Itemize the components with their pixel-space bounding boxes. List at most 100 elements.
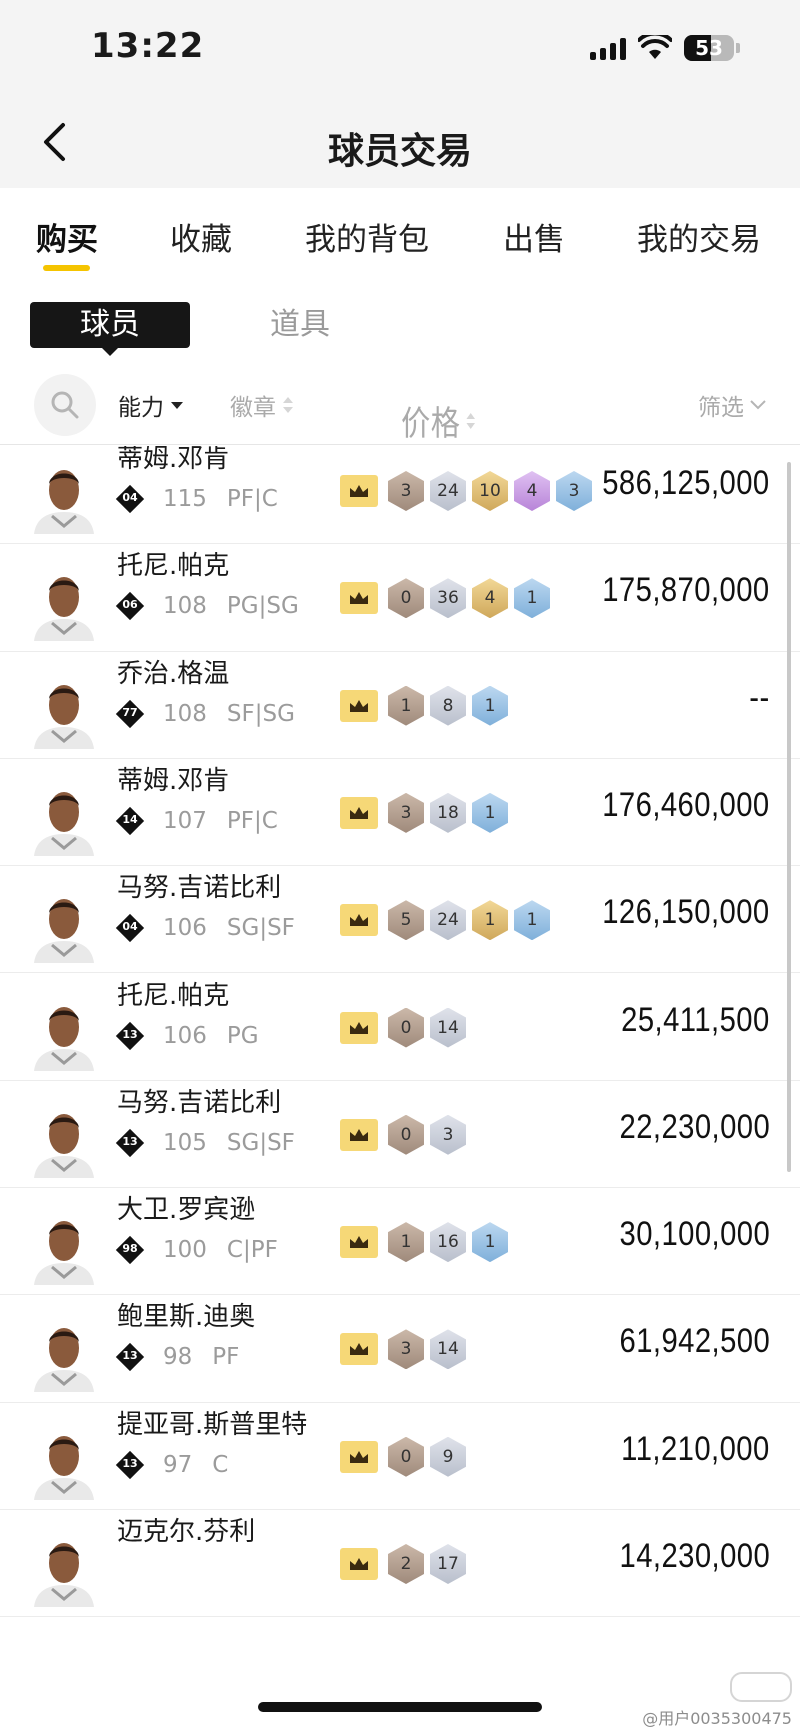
segment-players[interactable]: 球员 — [30, 302, 190, 348]
jersey-number: 13 — [122, 1027, 138, 1041]
jersey-number-icon: 13 — [117, 1023, 143, 1049]
blue-badge-count: 1 — [514, 578, 550, 619]
status-time: 13:22 — [91, 26, 205, 66]
badge-group: 3 14 — [340, 1328, 466, 1370]
segment-items[interactable]: 道具 — [270, 302, 330, 348]
page-title: 球员交易 — [327, 131, 472, 172]
player-list: 蒂姆.邓肯 04 115 PF|C 3 24 10 4 3 586,125,000 托尼.帕克 06 1… — [0, 446, 800, 1662]
player-row[interactable]: 乔治.格温 77 108 SF|SG 1 8 1 -- — [0, 651, 800, 759]
gold-badge-count: 3 — [430, 1114, 466, 1155]
player-row[interactable]: 蒂姆.邓肯 14 107 PF|C 3 18 1 176,460,000 — [0, 758, 800, 867]
player-overall: 105 — [163, 1129, 207, 1156]
player-name: 迈克尔.芬利 — [117, 1517, 256, 1547]
tab-favorites[interactable]: 收藏 — [170, 214, 232, 259]
player-row[interactable]: 提亚哥.斯普里特 13 97 C 0 9 11,210,000 — [0, 1402, 800, 1510]
badge-group: 0 14 — [340, 1007, 466, 1049]
player-overall: 107 — [163, 807, 207, 834]
crown-icon — [340, 1440, 378, 1473]
hof-badge-count: 0 — [388, 578, 424, 619]
player-position: C|PF — [226, 1237, 278, 1264]
jersey-number: 06 — [122, 598, 138, 612]
player-name: 马努.吉诺比利 — [117, 873, 282, 904]
hof-badge-count: 0 — [388, 1114, 424, 1155]
player-price: 25,411,500 — [621, 1000, 770, 1039]
tab-my-trades[interactable]: 我的交易 — [637, 214, 761, 259]
gold-badge-count: 17 — [430, 1544, 466, 1584]
jersey-number-icon: 14 — [117, 808, 143, 834]
player-overall: 108 — [163, 700, 207, 727]
hof-badge-count: 1 — [388, 685, 424, 726]
filter-button[interactable]: 筛选 — [698, 388, 766, 422]
badge-group: 3 24 10 4 3 — [340, 470, 592, 512]
player-avatar — [30, 671, 98, 749]
purple-badge-count: 4 — [514, 471, 550, 511]
player-row[interactable]: 大卫.罗宾逊 98 100 C|PF 1 16 1 30,100,000 — [0, 1187, 800, 1296]
sort-bar: 能力 徽章 价格 筛选 — [0, 368, 800, 445]
player-row[interactable]: 托尼.帕克 13 106 PG 0 14 25,411,500 — [0, 973, 800, 1081]
sort-toggle-icon — [466, 412, 476, 429]
gold-badge-count: 14 — [430, 1329, 466, 1370]
top-bar: 13:22 53 球员交易 — [0, 0, 800, 188]
player-name: 蒂姆.邓肯 — [117, 446, 230, 474]
player-meta: 04 106 SG|SF — [117, 915, 295, 941]
player-row[interactable]: 马努.吉诺比利 13 105 SG|SF 0 3 22,230,000 — [0, 1080, 800, 1189]
sort-ability[interactable]: 能力 — [118, 388, 184, 422]
gold-badge-count: 14 — [430, 1007, 466, 1048]
player-name: 大卫.罗宾逊 — [117, 1195, 256, 1226]
player-row[interactable]: 鲍里斯.迪奥 13 98 PF 3 14 61,942,500 — [0, 1294, 800, 1403]
tab-buy[interactable]: 购买 — [36, 214, 98, 259]
chevron-down-icon — [750, 400, 766, 410]
hof-badge-count: 0 — [388, 1007, 424, 1048]
home-indicator[interactable] — [258, 1702, 542, 1712]
player-avatar — [30, 1529, 98, 1607]
player-row[interactable]: 蒂姆.邓肯 04 115 PF|C 3 24 10 4 3 586,125,000 — [0, 446, 800, 545]
battery-tip — [736, 43, 740, 53]
jersey-number: 77 — [122, 705, 138, 719]
blue-badge-count: 1 — [472, 1222, 508, 1263]
player-price: 14,230,000 — [619, 1537, 770, 1575]
player-avatar — [30, 778, 98, 856]
player-position: SG|SF — [226, 915, 295, 942]
player-name: 乔治.格温 — [117, 658, 230, 689]
crown-icon — [340, 1226, 378, 1259]
sort-toggle-icon — [283, 397, 293, 413]
battery-percent: 53 — [695, 36, 723, 60]
player-row[interactable]: 迈克尔.芬利 2 17 14,230,000 — [0, 1509, 800, 1618]
search-icon — [51, 391, 79, 419]
hof-badge-count: 0 — [388, 1436, 424, 1477]
sort-badge-label: 徽章 — [230, 395, 276, 421]
player-avatar — [30, 1100, 98, 1178]
badge-group: 03 — [340, 1114, 466, 1156]
player-meta: 98 100 C|PF — [117, 1237, 278, 1264]
hof-badge-count: 1 — [388, 1222, 424, 1263]
badge-group: 0 36 4 1 — [340, 577, 550, 619]
crown-icon — [340, 1118, 378, 1151]
crown-icon — [340, 582, 378, 615]
player-row[interactable]: 托尼.帕克 06 108 PG|SG 0 36 4 1 175,870,000 — [0, 543, 800, 652]
player-meta: 13 105 SG|SF — [117, 1130, 295, 1156]
scrollbar[interactable] — [787, 462, 791, 1172]
player-position: PG — [226, 1022, 259, 1049]
player-avatar — [30, 456, 98, 534]
main-tabs: 购买 收藏 我的背包 出售 我的交易 — [0, 188, 800, 278]
blue-badge-count: 1 — [472, 792, 508, 833]
sort-price-label: 价格 — [401, 405, 461, 443]
player-name: 鲍里斯.迪奥 — [117, 1302, 256, 1333]
player-avatar — [30, 1314, 98, 1393]
search-button[interactable] — [34, 374, 96, 436]
crown-icon — [340, 475, 378, 507]
badge-group: 3 18 1 — [340, 792, 508, 834]
sort-badge[interactable]: 徽章 — [230, 388, 294, 422]
silver-badge-count: 1 — [472, 900, 508, 941]
player-overall: 106 — [163, 1022, 207, 1049]
player-avatar — [30, 885, 98, 964]
tab-sell[interactable]: 出售 — [503, 214, 565, 259]
player-price: 126,150,000 — [602, 893, 770, 932]
player-row[interactable]: 马努.吉诺比利 04 106 SG|SF 5 24 1 1 126,150,000 — [0, 865, 800, 974]
player-meta: 13 97 C — [117, 1452, 228, 1478]
jersey-number-icon: 04 — [117, 486, 143, 512]
jersey-number: 04 — [122, 920, 138, 934]
jersey-number: 13 — [122, 1134, 138, 1148]
jersey-number-icon: 04 — [117, 915, 143, 941]
tab-my-bag[interactable]: 我的背包 — [305, 214, 429, 259]
